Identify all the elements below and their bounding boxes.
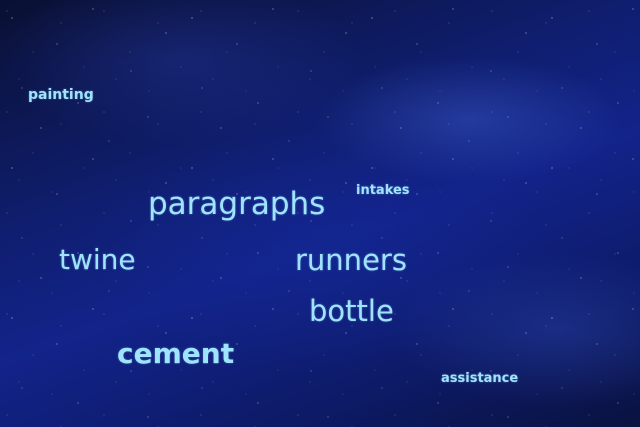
starry-sky-background: painting intakes paragraphs twine runner… <box>0 0 640 427</box>
word-assistance: assistance <box>441 371 519 386</box>
word-painting: painting <box>28 87 94 103</box>
word-cement: cement <box>117 337 235 370</box>
word-twine: twine <box>59 243 136 276</box>
word-intakes: intakes <box>356 183 410 198</box>
word-paragraphs: paragraphs <box>148 186 326 222</box>
word-runners: runners <box>295 243 407 277</box>
word-bottle: bottle <box>309 294 394 328</box>
